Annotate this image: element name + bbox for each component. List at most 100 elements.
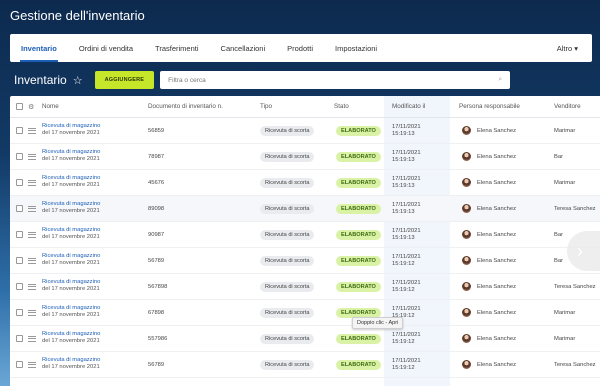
tab-cancellazioni[interactable]: Cancellazioni [210, 34, 277, 62]
row-vendor: Bar [554, 153, 564, 160]
drag-handle-icon[interactable] [28, 283, 36, 290]
row-modified-time: 15:19:13 [392, 209, 415, 215]
row-vendor: Marimar [554, 179, 576, 186]
row-name-link[interactable]: Ricevuta di magazzino [42, 201, 100, 208]
row-name-link[interactable]: Ricevuta di magazzino [42, 331, 100, 338]
gear-icon[interactable]: ⚙ [28, 103, 34, 111]
row-modified-date: 17/11/2021 [392, 280, 421, 286]
column-header-doc[interactable]: Documento di inventario n. [148, 103, 223, 110]
table-row[interactable]: Ricevuta di magazzino del 17 novembre 202… [10, 118, 600, 144]
row-checkbox[interactable] [16, 153, 23, 160]
row-vendor: Teresa Sanchez [554, 205, 596, 212]
tab-inventario[interactable]: Inventario [10, 34, 68, 62]
row-checkbox[interactable] [16, 335, 23, 342]
row-person: Elena Sanchez [477, 179, 516, 186]
row-modified-date: 17/11/2021 [392, 176, 421, 182]
row-modified-time: 15:19:12 [392, 287, 415, 293]
table-row[interactable]: Ricevuta di magazzino del 17 novembre 202… [10, 248, 600, 274]
drag-handle-icon[interactable] [28, 153, 36, 160]
search-icon[interactable]: ⌕ [498, 76, 502, 84]
row-person: Elena Sanchez [477, 335, 516, 342]
table-row[interactable]: Ricevuta di magazzino del 17 novembre 202… [10, 326, 600, 352]
table-row[interactable]: Ricevuta di magazzino del 17 novembre 202… [10, 352, 600, 378]
tab-prodotti[interactable]: Prodotti [276, 34, 324, 62]
row-modified-time: 15:19:12 [392, 261, 415, 267]
drag-handle-icon[interactable] [28, 335, 36, 342]
row-checkbox[interactable] [16, 179, 23, 186]
drag-handle-icon[interactable] [28, 309, 36, 316]
column-header-status[interactable]: Stato [334, 103, 349, 110]
drag-handle-icon[interactable] [28, 205, 36, 212]
row-person: Elena Sanchez [477, 231, 516, 238]
row-name-link[interactable]: Ricevuta di magazzino [42, 175, 100, 182]
table-row[interactable]: Ricevuta di magazzino del 17 novembre 202… [10, 170, 600, 196]
table-row[interactable]: Ricevuta di magazzino del 17 novembre 202… [10, 222, 600, 248]
add-button[interactable]: AGGIUNGERE [94, 71, 155, 89]
row-doc-number: 90987 [148, 231, 165, 238]
search-box[interactable]: ⌕ [160, 71, 511, 89]
row-name-link[interactable]: Ricevuta di magazzino [42, 123, 100, 130]
star-icon[interactable]: ☆ [73, 74, 83, 87]
status-badge: ELABORATO [336, 229, 381, 240]
row-vendor: Bar [554, 257, 564, 264]
drag-handle-icon[interactable] [28, 127, 36, 134]
column-header-vendor[interactable]: Venditore [554, 103, 581, 110]
row-checkbox[interactable] [16, 283, 23, 290]
chevron-right-icon[interactable]: › [567, 231, 600, 271]
status-badge: ELABORATO [336, 125, 381, 136]
row-date: del 17 novembre 2021 [42, 286, 100, 292]
avatar [462, 334, 471, 343]
tab-ordini-di-vendita[interactable]: Ordini di vendita [68, 34, 144, 62]
drag-handle-icon[interactable] [28, 257, 36, 264]
row-checkbox[interactable] [16, 127, 23, 134]
table-row[interactable]: Ricevuta di magazzino del 17 novembre 202… [10, 300, 600, 326]
table-row[interactable]: Ricevuta di magazzino del 17 novembre 202… [10, 144, 600, 170]
row-name-link[interactable]: Ricevuta di magazzino [42, 149, 100, 156]
row-type-badge: Ricevuta di scorta [260, 229, 315, 240]
page-title: Inventario [14, 73, 67, 87]
status-badge: ELABORATO [336, 151, 381, 162]
row-vendor: Marimar [554, 127, 576, 134]
row-name-link[interactable]: Ricevuta di magazzino [42, 253, 100, 260]
drag-handle-icon[interactable] [28, 179, 36, 186]
row-person: Elena Sanchez [477, 257, 516, 264]
row-checkbox[interactable] [16, 309, 23, 316]
row-checkbox[interactable] [16, 361, 23, 368]
status-badge: ELABORATO [336, 333, 381, 344]
row-type-badge: Ricevuta di scorta [260, 203, 315, 214]
row-date: del 17 novembre 2021 [42, 234, 100, 240]
table-row[interactable]: Ricevuta di magazzino del 17 novembre 202… [10, 274, 600, 300]
column-header-modified[interactable]: Modificato il [392, 103, 425, 110]
row-doc-number: 78987 [148, 153, 165, 160]
table-row[interactable]: Ricevuta di magazzino del 17 novembre 202… [10, 196, 600, 222]
status-badge: ELABORATO [336, 307, 381, 318]
select-all-checkbox[interactable] [16, 103, 23, 110]
column-header-person[interactable]: Persona responsabile [459, 103, 520, 110]
row-name-link[interactable]: Ricevuta di magazzino [42, 357, 100, 364]
tab-more-menu[interactable]: Altro ▾ [546, 34, 592, 62]
row-checkbox[interactable] [16, 257, 23, 264]
status-badge: ELABORATO [336, 203, 381, 214]
avatar [462, 360, 471, 369]
tab-impostazioni[interactable]: Impostazioni [324, 34, 388, 62]
row-name-link[interactable]: Ricevuta di magazzino [42, 279, 100, 286]
row-modified-date: 17/11/2021 [392, 332, 421, 338]
row-doc-number: 56859 [148, 127, 165, 134]
row-type-badge: Ricevuta di scorta [260, 281, 315, 292]
row-checkbox[interactable] [16, 205, 23, 212]
row-person: Elena Sanchez [477, 309, 516, 316]
search-input[interactable] [168, 76, 499, 84]
row-checkbox[interactable] [16, 231, 23, 238]
drag-handle-icon[interactable] [28, 361, 36, 368]
row-name-link[interactable]: Ricevuta di magazzino [42, 227, 100, 234]
row-name-link[interactable]: Ricevuta di magazzino [42, 305, 100, 312]
column-header-type[interactable]: Tipo [260, 103, 272, 110]
row-doc-number: 567898 [148, 283, 168, 290]
row-modified-time: 15:19:12 [392, 365, 415, 371]
tab-trasferimenti[interactable]: Trasferimenti [144, 34, 209, 62]
column-header-name[interactable]: Nome [42, 103, 59, 110]
row-doc-number: 557986 [148, 335, 168, 342]
tab-bar: Inventario Ordini di vendita Trasferimen… [10, 34, 592, 62]
avatar [462, 308, 471, 317]
drag-handle-icon[interactable] [28, 231, 36, 238]
